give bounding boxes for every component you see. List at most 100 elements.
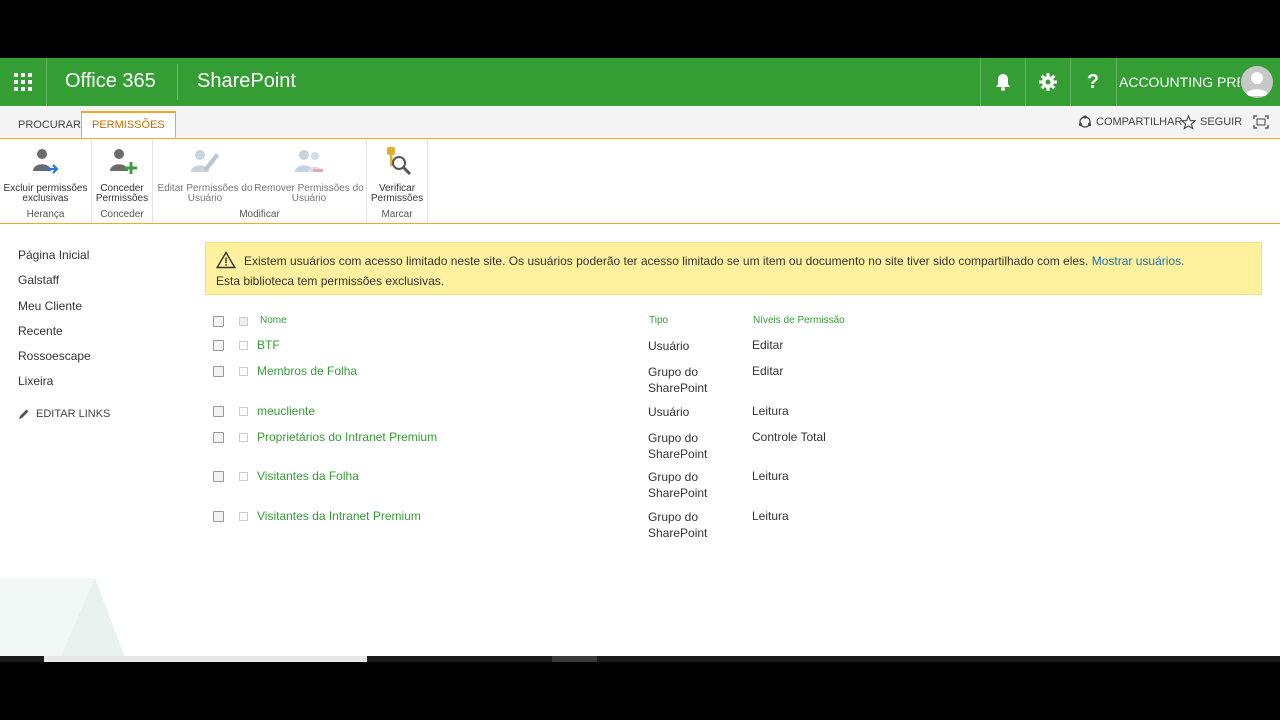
remove-user-permissions-button[interactable]: Remover Permissões do Usuário bbox=[254, 145, 364, 204]
grant-permissions-button[interactable]: Conceder Permissões bbox=[94, 145, 150, 204]
row-type: Usuário bbox=[648, 338, 738, 354]
quick-launch-nav: Página Inicial Galstaff Meu Cliente Rece… bbox=[18, 246, 110, 420]
row-type: Grupo do SharePoint bbox=[648, 509, 738, 541]
ribbon: Excluir permissões exclusivas Herança Co… bbox=[0, 139, 1280, 224]
ribbon-group-grant: Conceder Permissões Conceder bbox=[92, 139, 153, 223]
row-type-line-2: SharePoint bbox=[648, 486, 708, 500]
row-select[interactable] bbox=[239, 512, 248, 521]
row-select[interactable] bbox=[239, 367, 248, 376]
horizontal-scrollbar[interactable] bbox=[0, 656, 1280, 662]
share-icon bbox=[1078, 115, 1092, 128]
user-add-icon bbox=[110, 149, 137, 174]
user-arrow-icon bbox=[32, 149, 59, 174]
app-title[interactable]: SharePoint bbox=[197, 70, 296, 93]
tab-browse[interactable]: PROCURAR bbox=[8, 112, 91, 138]
avatar[interactable] bbox=[1241, 66, 1273, 98]
background-decoration bbox=[0, 578, 125, 656]
help-button[interactable]: ? bbox=[1070, 58, 1115, 106]
row-name-link[interactable]: Proprietários do Intranet Premium bbox=[257, 430, 437, 444]
row-permission: Controle Total bbox=[752, 430, 826, 444]
brand-title[interactable]: Office 365 bbox=[65, 70, 156, 93]
user-menu[interactable]: ACCOUNTING PRE... bbox=[1116, 58, 1240, 106]
row-type: Grupo do SharePoint bbox=[648, 430, 738, 462]
row-checkbox[interactable] bbox=[213, 511, 224, 522]
show-users-link[interactable]: Mostrar usuários. bbox=[1092, 254, 1185, 268]
row-permission: Leitura bbox=[752, 469, 789, 483]
nav-item-galstaff[interactable]: Galstaff bbox=[18, 271, 110, 296]
row-checkbox[interactable] bbox=[213, 366, 224, 377]
row-select[interactable] bbox=[239, 433, 248, 442]
warning-text: Existem usuários com acesso limitado nes… bbox=[244, 254, 1089, 268]
row-type-line-2: SharePoint bbox=[648, 447, 708, 461]
row-checkbox[interactable] bbox=[213, 340, 224, 351]
waffle-icon bbox=[14, 73, 32, 91]
scrollbar-marker bbox=[552, 656, 597, 662]
row-type-line-1: Grupo do bbox=[648, 470, 699, 484]
column-header-name[interactable]: Nome bbox=[260, 315, 287, 326]
row-type-line-1: Grupo do bbox=[648, 365, 699, 379]
ribbon-group-check: Verificar Permissões Marcar bbox=[367, 139, 428, 223]
row-name-link[interactable]: meucliente bbox=[257, 404, 315, 418]
row-type-line-1: Usuário bbox=[648, 405, 690, 419]
warning-icon bbox=[216, 251, 236, 269]
scrollbar-thumb[interactable] bbox=[44, 656, 367, 662]
row-select[interactable] bbox=[239, 472, 248, 481]
suite-bar: Office 365 SharePoint ? ACCOUNTING PR bbox=[0, 58, 1280, 106]
edit-user-permissions-button[interactable]: Editar Permissões do Usuário bbox=[156, 145, 254, 204]
edit-links-button[interactable]: EDITAR LINKS bbox=[18, 408, 110, 420]
ribbon-group-label: Modificar bbox=[239, 209, 280, 220]
row-name-link[interactable]: BTF bbox=[257, 338, 280, 352]
row-type: Grupo do SharePoint bbox=[648, 364, 738, 396]
row-type-line-2: SharePoint bbox=[648, 526, 708, 540]
ribbon-group-label: Marcar bbox=[381, 209, 413, 220]
ribbon-group-label: Conceder bbox=[100, 209, 144, 220]
tab-permissions[interactable]: PERMISSÕES bbox=[81, 111, 176, 138]
check-permissions-button[interactable]: Verificar Permissões bbox=[369, 145, 425, 204]
nav-item-home[interactable]: Página Inicial bbox=[18, 246, 110, 271]
row-checkbox[interactable] bbox=[213, 406, 224, 417]
app-launcher-button[interactable] bbox=[0, 58, 47, 106]
row-name-link[interactable]: Visitantes da Folha bbox=[257, 469, 359, 483]
row-permission: Editar bbox=[752, 338, 784, 352]
nav-item-recent[interactable]: Recente bbox=[18, 322, 110, 347]
row-select[interactable] bbox=[239, 407, 248, 416]
row-type: Usuário bbox=[648, 404, 738, 420]
user-remove-icon bbox=[295, 150, 323, 172]
row-checkbox[interactable] bbox=[213, 471, 224, 482]
grant-label-2: Permissões bbox=[95, 193, 149, 204]
ribbon-group-modify: Editar Permissões do Usuário Remover Per… bbox=[153, 139, 367, 223]
row-permission: Leitura bbox=[752, 509, 789, 523]
share-label: COMPARTILHAR bbox=[1096, 116, 1183, 128]
nav-item-recycle-bin[interactable]: Lixeira bbox=[18, 372, 110, 397]
bell-icon bbox=[996, 74, 1010, 91]
row-select[interactable] bbox=[239, 341, 248, 350]
row-type-line-1: Grupo do bbox=[648, 431, 699, 445]
user-name-label: ACCOUNTING PRE... bbox=[1119, 74, 1240, 90]
row-checkbox[interactable] bbox=[213, 432, 224, 443]
star-icon bbox=[1181, 114, 1196, 130]
unique-permissions-note: Esta biblioteca tem permissões exclusiva… bbox=[216, 274, 445, 288]
select-all-checkbox[interactable] bbox=[213, 316, 224, 327]
column-header-permission-levels[interactable]: Níveis de Permissão bbox=[753, 315, 845, 326]
focus-button[interactable] bbox=[1253, 106, 1273, 138]
delete-unique-label-2: exclusivas bbox=[22, 193, 69, 204]
nav-item-meu-cliente[interactable]: Meu Cliente bbox=[18, 297, 110, 322]
check-label-2: Permissões bbox=[370, 193, 424, 204]
row-name-link[interactable]: Visitantes da Intranet Premium bbox=[257, 509, 421, 523]
follow-button[interactable]: SEGUIR bbox=[1181, 106, 1242, 138]
row-permission: Leitura bbox=[752, 404, 789, 418]
remove-label-2: Usuário bbox=[291, 193, 327, 204]
notifications-button[interactable] bbox=[980, 58, 1025, 106]
row-type-line-2: SharePoint bbox=[648, 381, 708, 395]
select-all-toggle[interactable] bbox=[239, 317, 248, 326]
settings-button[interactable] bbox=[1025, 58, 1070, 106]
key-search-icon bbox=[387, 147, 412, 176]
share-button[interactable]: COMPARTILHAR bbox=[1078, 106, 1182, 138]
row-name-link[interactable]: Membros de Folha bbox=[257, 364, 357, 378]
column-header-type[interactable]: Tipo bbox=[649, 315, 668, 326]
divider bbox=[177, 64, 178, 100]
nav-item-rossoescape[interactable]: Rossoescape bbox=[18, 347, 110, 372]
row-type-line-1: Usuário bbox=[648, 339, 690, 353]
delete-unique-permissions-button[interactable]: Excluir permissões exclusivas bbox=[2, 145, 89, 204]
edit-links-label: EDITAR LINKS bbox=[36, 407, 111, 420]
